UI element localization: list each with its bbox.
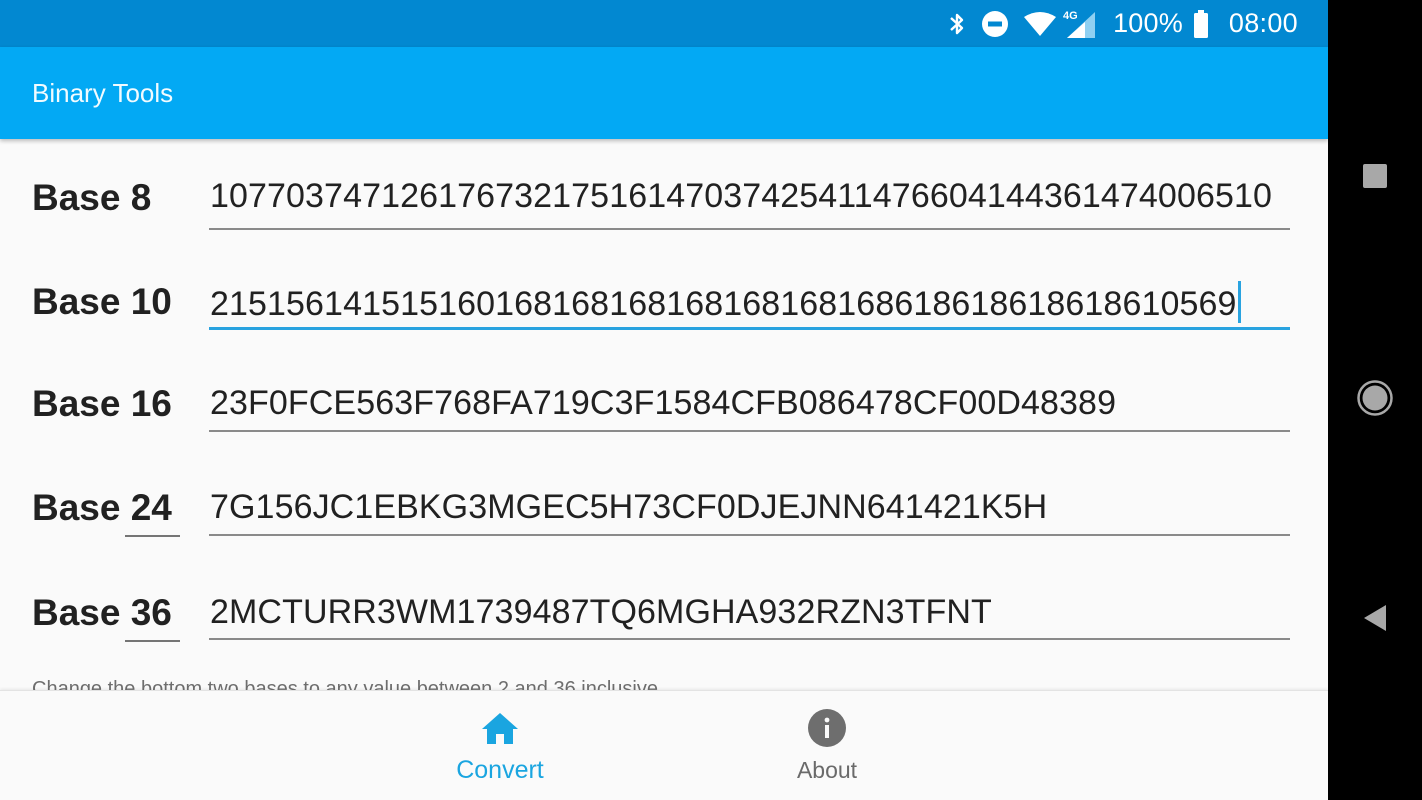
bluetooth-icon bbox=[945, 10, 969, 38]
base-label-prefix: Base bbox=[32, 592, 121, 633]
base-label: Base 10 bbox=[32, 281, 172, 323]
converter-row-base-36: Base 36 2MCTURR3WM1739487TQ6MGHA932RZN3T… bbox=[0, 589, 1328, 659]
do-not-disturb-icon bbox=[981, 10, 1009, 38]
converter-row-base-8: Base 8 107703747126176732175161470374254… bbox=[0, 172, 1328, 242]
battery-icon bbox=[1193, 9, 1209, 38]
base-16-input[interactable]: 23F0FCE563F768FA719C3F1584CFB086478CF00D… bbox=[209, 380, 1290, 432]
recents-icon bbox=[1362, 163, 1388, 194]
app-title: Binary Tools bbox=[32, 78, 174, 108]
text-cursor bbox=[1237, 281, 1241, 323]
nav-label-about: About bbox=[796, 757, 858, 783]
app-window: 4G 100% 08:00 Binary Tools Base 8 107703… bbox=[0, 0, 1328, 800]
base-number: 16 bbox=[130, 383, 172, 424]
base-label-prefix: Base bbox=[32, 383, 121, 424]
bottom-navigation: Convert About bbox=[0, 690, 1328, 800]
info-icon bbox=[807, 708, 847, 748]
home-button[interactable] bbox=[1328, 379, 1422, 422]
nav-tab-about[interactable]: About bbox=[727, 691, 927, 800]
base-number: 10 bbox=[130, 281, 172, 322]
input-underline bbox=[209, 534, 1290, 536]
base-10-value: 2151561415151601681681681681681681686186… bbox=[210, 285, 1237, 323]
base-label: Base 36 bbox=[32, 592, 181, 642]
home-icon bbox=[480, 708, 520, 748]
cellular-4g-icon: 4G bbox=[1063, 9, 1097, 39]
base-16-value: 23F0FCE563F768FA719C3F1584CFB086478CF00D… bbox=[210, 384, 1117, 422]
base-label-prefix: Base bbox=[32, 177, 121, 218]
base-label: Base 24 bbox=[32, 487, 181, 537]
input-underline-focused bbox=[209, 327, 1290, 330]
input-underline bbox=[209, 430, 1290, 432]
nav-tab-convert[interactable]: Convert bbox=[400, 691, 600, 800]
base-label-prefix: Base bbox=[32, 281, 121, 322]
input-underline bbox=[209, 228, 1290, 230]
converter-row-base-10: Base 10 21515614151516016816816816816816… bbox=[0, 273, 1328, 343]
system-navigation-bar bbox=[1328, 0, 1422, 800]
back-button[interactable] bbox=[1328, 604, 1422, 637]
battery-percent: 100% bbox=[1113, 8, 1183, 38]
converter-row-base-24: Base 24 7G156JC1EBKG3MGEC5H73CF0DJEJNN64… bbox=[0, 484, 1328, 554]
clock: 08:00 bbox=[1228, 8, 1298, 38]
base-number: 8 bbox=[130, 177, 152, 218]
nav-label-convert: Convert bbox=[456, 756, 544, 784]
converter-row-base-16: Base 16 23F0FCE563F768FA719C3F1584CFB086… bbox=[0, 380, 1328, 450]
base-8-input[interactable]: 1077037471261767321751614703742541147660… bbox=[209, 172, 1290, 230]
base-24-value: 7G156JC1EBKG3MGEC5H73CF0DJEJNN641421K5H bbox=[210, 488, 1048, 526]
back-icon bbox=[1362, 604, 1388, 637]
base-10-value-wrap: 2151561415151601681681681681681681686186… bbox=[210, 281, 1241, 324]
base-8-value: 1077037471261767321751614703742541147660… bbox=[210, 177, 1272, 215]
base-24-selector-input[interactable]: 24 bbox=[124, 487, 181, 537]
input-underline bbox=[209, 638, 1290, 640]
base-10-input[interactable]: 2151561415151601681681681681681681686186… bbox=[209, 273, 1290, 330]
base-label-prefix: Base bbox=[32, 487, 121, 528]
base-36-input[interactable]: 2MCTURR3WM1739487TQ6MGHA932RZN3TFNT bbox=[209, 589, 1290, 640]
recents-button[interactable] bbox=[1328, 162, 1422, 194]
network-type-label: 4G bbox=[1063, 10, 1078, 22]
home-circle-icon bbox=[1356, 379, 1394, 422]
status-bar: 4G 100% 08:00 bbox=[0, 0, 1328, 47]
wifi-icon bbox=[1023, 10, 1057, 38]
app-bar: Binary Tools bbox=[0, 47, 1328, 139]
base-24-input[interactable]: 7G156JC1EBKG3MGEC5H73CF0DJEJNN641421K5H bbox=[209, 484, 1290, 536]
base-36-selector-input[interactable]: 36 bbox=[124, 592, 181, 642]
base-label: Base 16 bbox=[32, 383, 172, 425]
base-label: Base 8 bbox=[32, 177, 151, 219]
status-icons: 4G 100% 08:00 bbox=[945, 0, 1298, 47]
base-36-value: 2MCTURR3WM1739487TQ6MGHA932RZN3TFNT bbox=[210, 593, 992, 631]
